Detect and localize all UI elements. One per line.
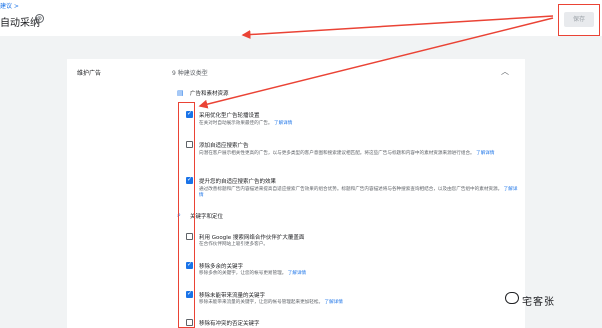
- watermark: 宅客张: [522, 297, 555, 308]
- wechat-logo-icon: [505, 292, 519, 304]
- annotation-arrows: [198, 15, 554, 109]
- annotation-arrow-bottom: [198, 17, 554, 109]
- annotation-arrow-top: [241, 15, 554, 40]
